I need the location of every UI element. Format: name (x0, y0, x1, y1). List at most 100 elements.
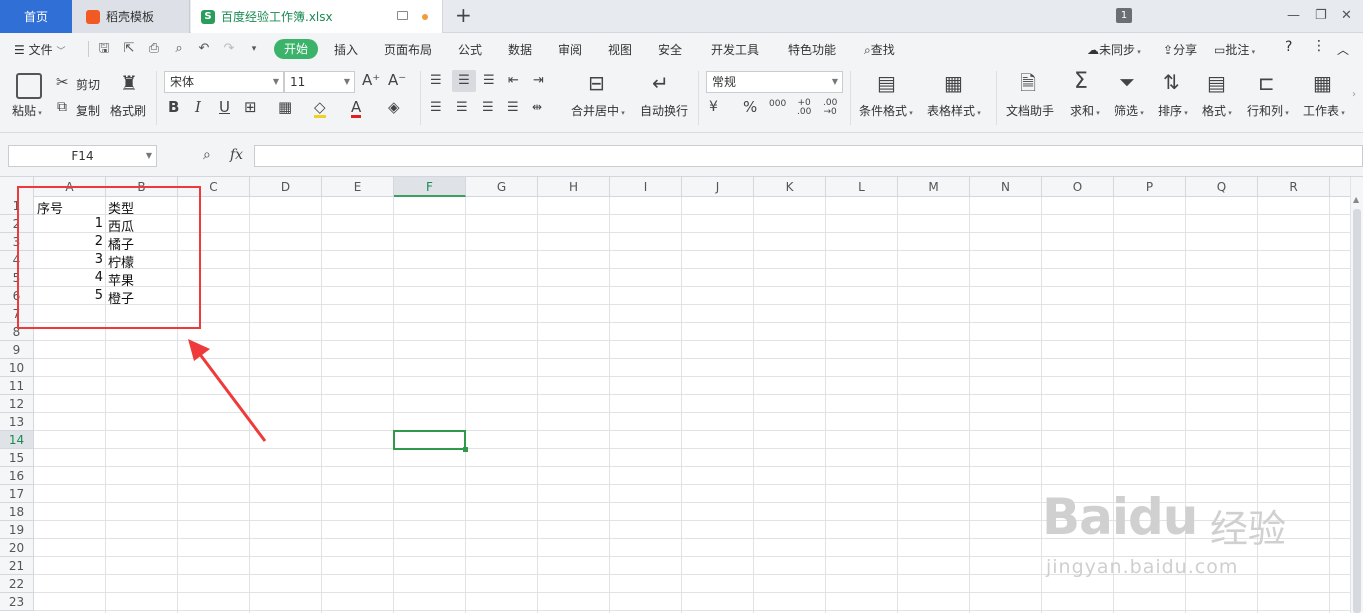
column-header-q[interactable]: Q (1186, 177, 1258, 197)
decrease-decimal-icon[interactable]: .00 →0 (823, 99, 837, 117)
number-format-select[interactable]: 常规 ▼ (706, 71, 843, 93)
scrollbar-thumb[interactable] (1353, 209, 1361, 613)
conditional-format-button[interactable]: 条件格式 ▾ (859, 102, 913, 119)
row-header-21[interactable]: 21 (0, 557, 34, 575)
undo-icon[interactable]: ↶ (197, 42, 211, 56)
formula-input[interactable] (254, 145, 1363, 167)
row-header-13[interactable]: 13 (0, 413, 34, 431)
worksheet-icon[interactable]: ▦ (1313, 73, 1332, 93)
row-header-10[interactable]: 10 (0, 359, 34, 377)
underline-icon[interactable]: U (219, 100, 230, 115)
menu-tab-start[interactable]: 开始 (274, 39, 318, 59)
font-name-select[interactable]: 宋体 ▼ (164, 71, 284, 93)
worksheet-button[interactable]: 工作表 ▾ (1303, 102, 1345, 119)
cut-button[interactable]: 剪切 (76, 76, 100, 93)
format-button[interactable]: 格式 ▾ (1202, 102, 1232, 119)
italic-icon[interactable]: I (195, 100, 201, 115)
increase-indent-icon[interactable]: ⇥ (533, 74, 544, 87)
sort-button[interactable]: 排序 ▾ (1158, 102, 1188, 119)
monitor-icon[interactable] (397, 11, 408, 20)
column-header-o[interactable]: O (1042, 177, 1114, 197)
tab-workbook[interactable]: S 百度经验工作簿.xlsx (191, 0, 443, 33)
format-painter-icon[interactable]: ♜ (120, 73, 138, 93)
column-header-p[interactable]: P (1114, 177, 1186, 197)
print-icon[interactable]: ⎙ (147, 42, 161, 56)
menu-tab-insert[interactable]: 插入 (334, 41, 358, 58)
row-header-9[interactable]: 9 (0, 341, 34, 359)
wrap-text-icon[interactable]: ↵ (652, 73, 669, 93)
percent-icon[interactable]: % (743, 100, 757, 115)
sum-button[interactable]: 求和 ▾ (1070, 102, 1100, 119)
column-header-l[interactable]: L (826, 177, 898, 197)
search-button[interactable]: ⌕查找 (864, 41, 895, 58)
row-header-20[interactable]: 20 (0, 539, 34, 557)
ribbon-scroll-right-icon[interactable]: › (1352, 90, 1356, 100)
align-top-icon[interactable]: ☰ (430, 74, 442, 87)
share-button[interactable]: ⇪分享 (1163, 41, 1197, 58)
border-icon[interactable]: ⊞ (244, 100, 257, 115)
fill-handle[interactable] (463, 447, 468, 452)
table-style-icon[interactable]: ▦ (944, 73, 963, 93)
decrease-indent-icon[interactable]: ⇤ (508, 74, 519, 87)
new-tab-plus-icon[interactable]: + (455, 5, 472, 25)
column-header-f[interactable]: F (394, 177, 466, 197)
column-header-h[interactable]: H (538, 177, 610, 197)
fx-icon[interactable]: fx (230, 148, 243, 162)
paste-button[interactable]: 粘贴 ▾ (12, 102, 42, 119)
table-style-button[interactable]: 表格样式 ▾ (927, 102, 981, 119)
more-icon[interactable]: ⋮ (1312, 38, 1326, 54)
row-header-14[interactable]: 14 (0, 431, 34, 449)
row-header-11[interactable]: 11 (0, 377, 34, 395)
paste-icon[interactable] (16, 73, 42, 99)
filter-icon[interactable]: ⏷ (1119, 72, 1135, 92)
redo-icon[interactable]: ↷ (222, 42, 236, 56)
tab-home[interactable]: 首页 (0, 0, 72, 33)
menu-tab-features[interactable]: 特色功能 (788, 41, 836, 58)
menu-tab-security[interactable]: 安全 (658, 41, 682, 58)
comment-button[interactable]: ▭批注 ▾ (1214, 41, 1255, 58)
file-menu[interactable]: ☰ 文件 ﹀ (14, 41, 65, 58)
row-column-button[interactable]: 行和列 ▾ (1247, 102, 1289, 119)
name-box[interactable]: F14 ▼ (8, 145, 157, 167)
currency-icon[interactable]: ¥ (709, 100, 718, 114)
document-helper-icon[interactable]: 🗎 (1020, 73, 1036, 93)
column-header-m[interactable]: M (898, 177, 970, 197)
copy-icon[interactable]: ⧉ (57, 100, 67, 114)
row-header-23[interactable]: 23 (0, 593, 34, 611)
row-header-15[interactable]: 15 (0, 449, 34, 467)
fill-pattern-icon[interactable]: ▦ (278, 100, 292, 115)
eraser-icon[interactable]: ◈ (388, 100, 400, 115)
customize-chevron-icon[interactable]: ▾ (247, 42, 261, 56)
distributed-icon[interactable]: ⇹ (532, 101, 542, 113)
row-header-19[interactable]: 19 (0, 521, 34, 539)
menu-tab-review[interactable]: 审阅 (558, 41, 582, 58)
close-icon[interactable]: ✕ (1341, 8, 1352, 23)
font-size-select[interactable]: 11 ▼ (284, 71, 355, 93)
row-header-22[interactable]: 22 (0, 575, 34, 593)
menu-tab-page-layout[interactable]: 页面布局 (384, 41, 432, 58)
active-cell-f14[interactable] (393, 430, 466, 450)
row-header-12[interactable]: 12 (0, 395, 34, 413)
thousands-icon[interactable]: 000 (769, 100, 786, 109)
sort-icon[interactable]: ⇅ (1163, 72, 1180, 92)
decrease-font-icon[interactable]: A⁻ (388, 73, 406, 88)
collapse-ribbon-icon[interactable]: ︿ (1337, 41, 1349, 58)
vertical-scrollbar[interactable]: ▲ (1350, 177, 1363, 613)
align-center-icon[interactable]: ☰ (456, 101, 468, 114)
save-icon[interactable]: 🖫 (97, 42, 111, 56)
row-header-16[interactable]: 16 (0, 467, 34, 485)
format-icon[interactable]: ▤ (1207, 73, 1226, 93)
row-column-icon[interactable]: ⊏ (1258, 73, 1275, 93)
increase-decimal-icon[interactable]: +0.00 (797, 99, 811, 117)
tab-template[interactable]: 稻壳模板 (72, 0, 190, 33)
export-icon[interactable]: ⇱ (122, 42, 136, 56)
menu-tab-formula[interactable]: 公式 (458, 41, 482, 58)
copy-button[interactable]: 复制 (76, 102, 100, 119)
increase-font-icon[interactable]: A⁺ (362, 73, 380, 88)
column-header-k[interactable]: K (754, 177, 826, 197)
help-icon[interactable]: ? (1285, 39, 1292, 55)
scissors-icon[interactable]: ✂ (56, 75, 69, 90)
align-left-icon[interactable]: ☰ (430, 101, 442, 114)
row-header-18[interactable]: 18 (0, 503, 34, 521)
align-bottom-icon[interactable]: ☰ (483, 74, 495, 87)
